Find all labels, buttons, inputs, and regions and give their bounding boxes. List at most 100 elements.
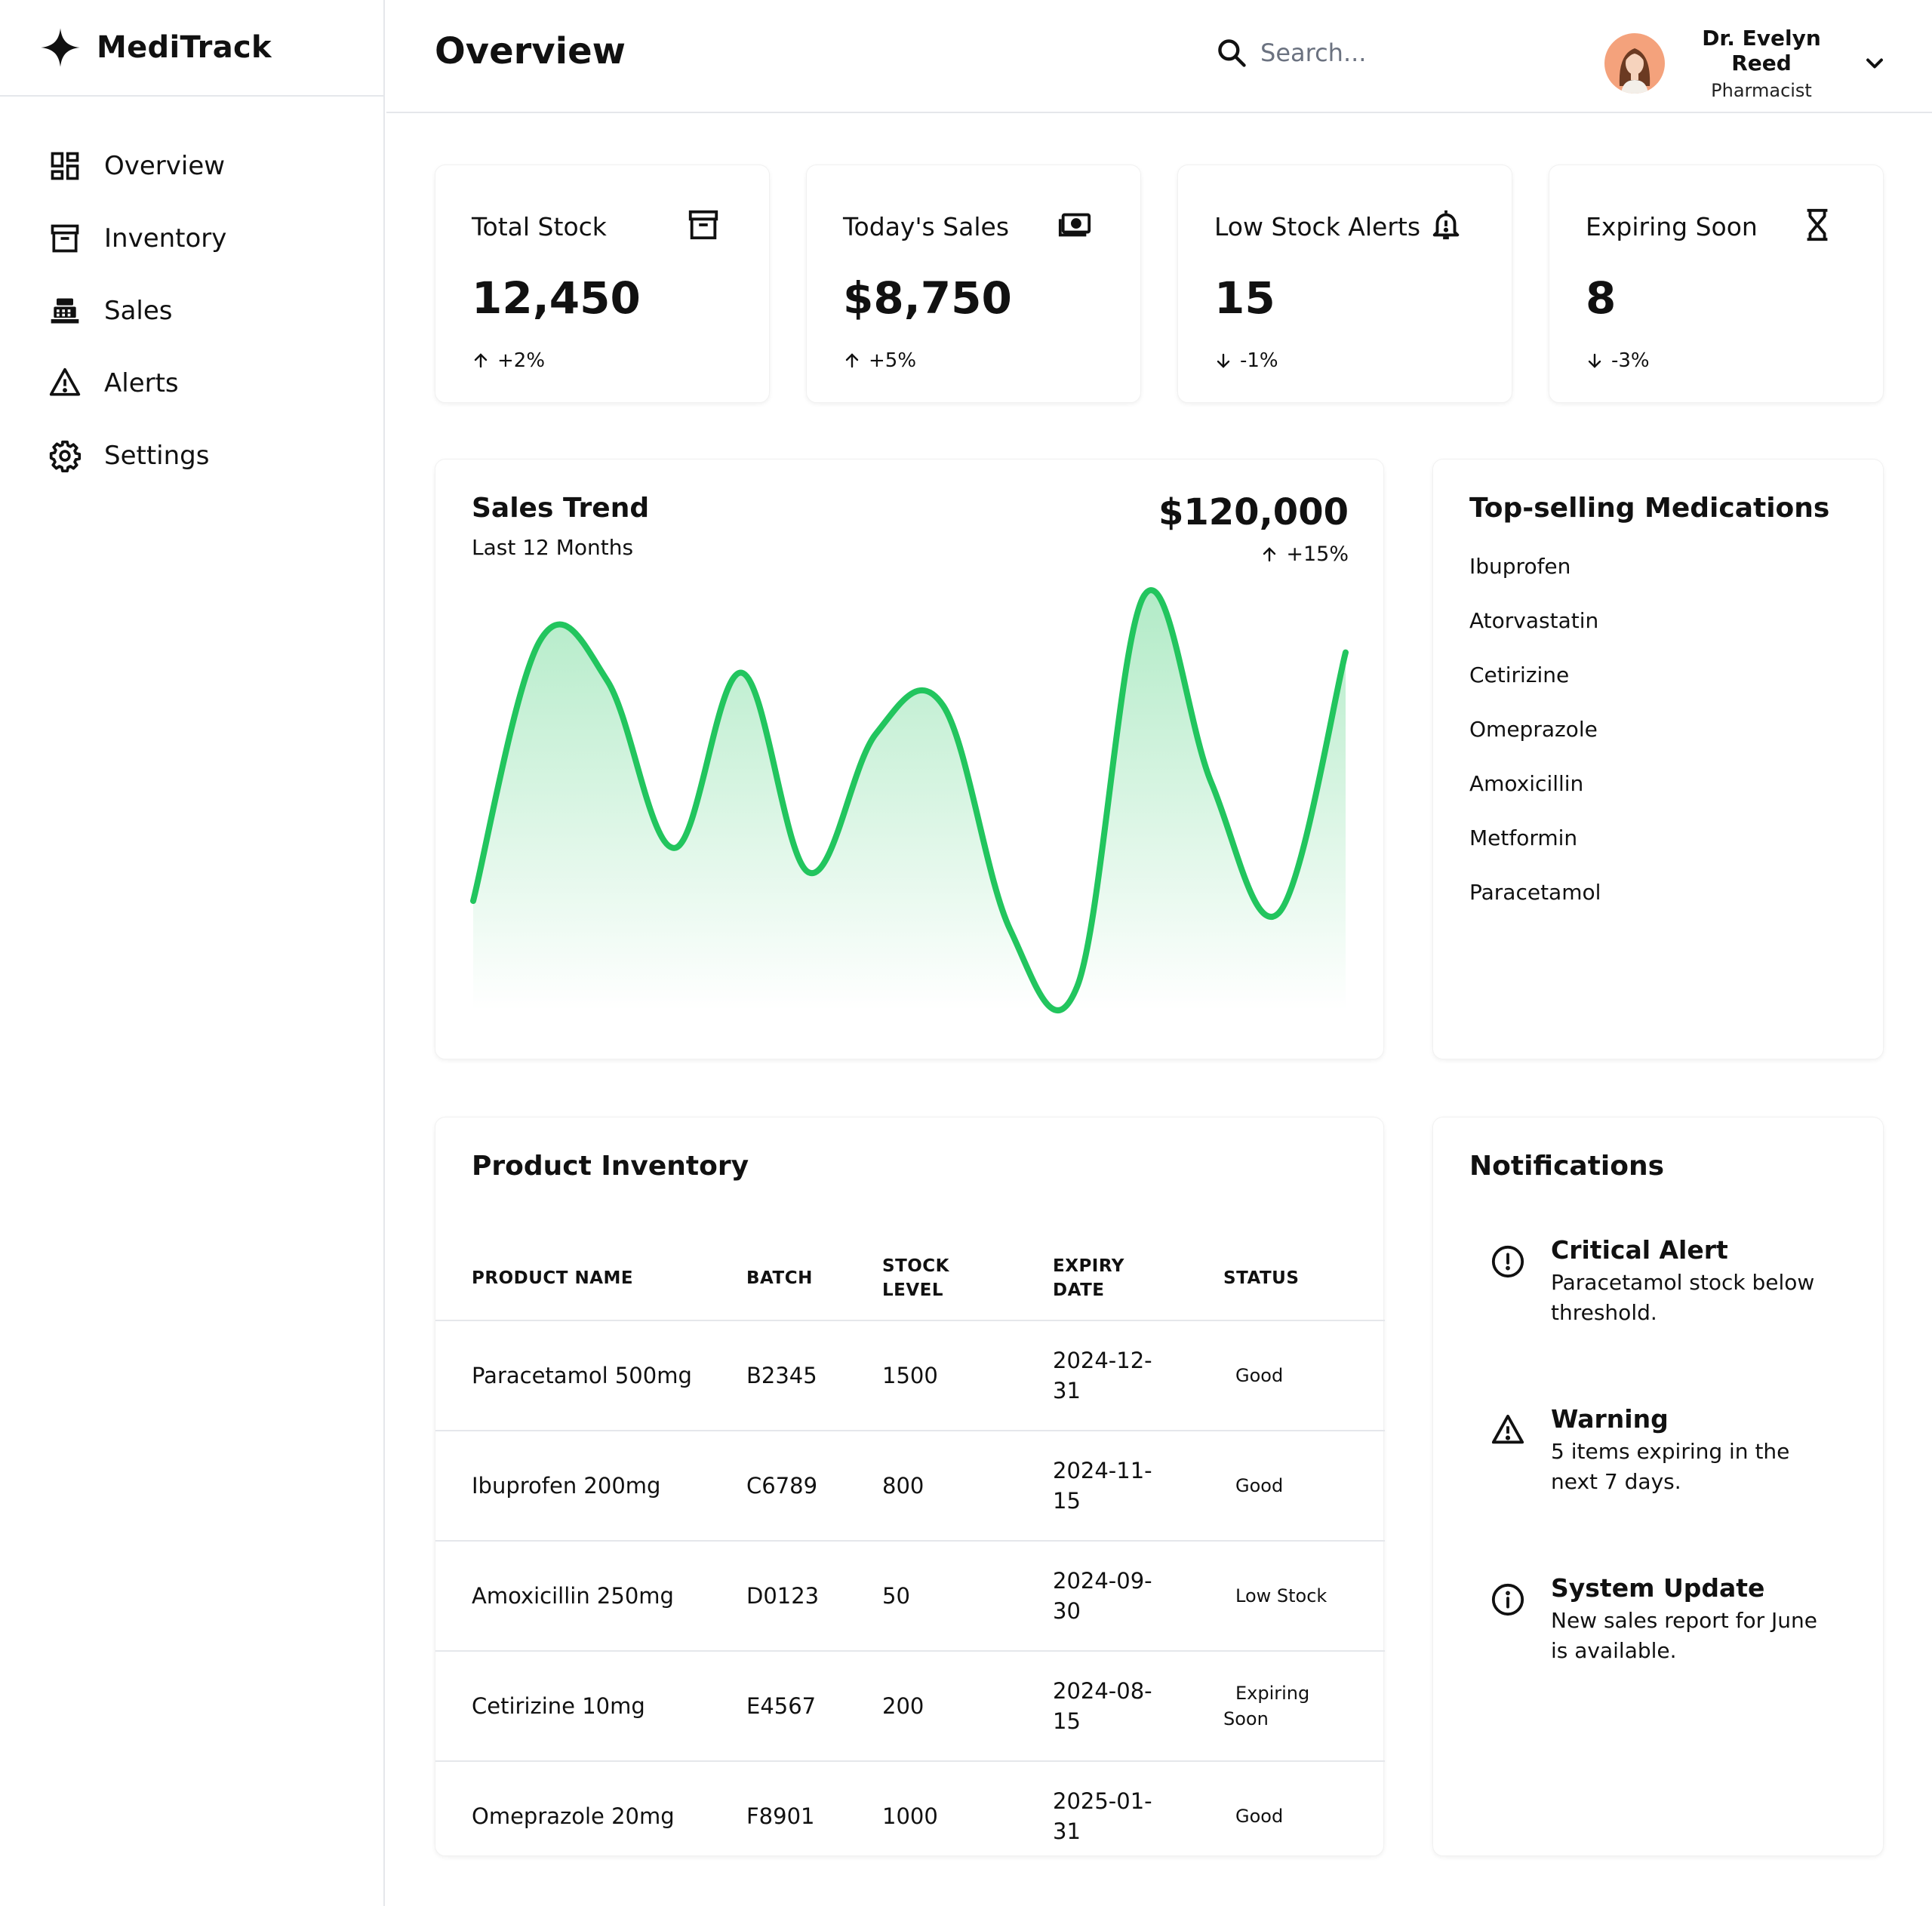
notification-text: 5 items expiring in the next 7 days. [1551, 1439, 1790, 1494]
top-header: Overview Dr. Evelyn Reed Pharmacist [386, 0, 1932, 113]
column-header[interactable]: STATUS [1223, 1268, 1385, 1288]
stock-level: 50 [882, 1583, 910, 1609]
sales-trend-chart [470, 587, 1349, 1013]
search-box[interactable] [1215, 36, 1502, 69]
stat-value: 12,450 [472, 272, 641, 324]
notification-text: Paracetamol stock below threshold. [1551, 1270, 1815, 1325]
stock-level: 800 [882, 1473, 924, 1499]
batch: D0123 [746, 1583, 820, 1609]
stat-change-value: +5% [869, 349, 917, 372]
sparkle-logo-icon [41, 28, 80, 67]
stock-level: 200 [882, 1693, 924, 1719]
user-role: Pharmacist [1711, 80, 1812, 101]
sidebar-nav: Overview Inventory Sales Alerts Settings [0, 97, 383, 492]
expiry-date: 2024-09- 30 [1053, 1568, 1152, 1624]
table-row[interactable]: Omeprazole 20mg F8901 1000 2025-01- 31 G… [435, 1760, 1385, 1871]
product-inventory-title: Product Inventory [472, 1151, 749, 1182]
list-item[interactable]: Amoxicillin [1469, 767, 1601, 822]
stat-change-value: -3% [1611, 349, 1650, 372]
column-header[interactable]: BATCH [746, 1268, 882, 1288]
stat-change: -3% [1586, 349, 1650, 372]
batch: C6789 [746, 1473, 818, 1499]
status-badge: Expiring Soon [1223, 1683, 1310, 1729]
table-row[interactable]: Paracetamol 500mg B2345 1500 2024-12- 31… [435, 1320, 1385, 1430]
notifications-card: Notifications Critical Alert Paracetamol… [1432, 1117, 1884, 1856]
status-badge: Good [1235, 1365, 1284, 1386]
chevron-down-icon[interactable] [1861, 50, 1888, 77]
top-selling-card: Top-selling Medications Ibuprofen Atorva… [1432, 459, 1884, 1059]
list-item[interactable]: Paracetamol [1469, 876, 1601, 930]
bell-alert-icon [1432, 210, 1460, 240]
sidebar-item-alerts[interactable]: Alerts [0, 347, 383, 420]
column-header[interactable]: EXPIRY DATE [1053, 1254, 1223, 1302]
sidebar-item-overview[interactable]: Overview [0, 130, 383, 202]
product-inventory-card: Product Inventory PRODUCT NAME BATCH STO… [435, 1117, 1385, 1856]
batch: B2345 [746, 1363, 817, 1388]
list-item[interactable]: Omeprazole [1469, 713, 1601, 767]
list-item[interactable]: Cetirizine [1469, 659, 1601, 713]
table-row[interactable]: Ibuprofen 200mg C6789 800 2024-11- 15 Go… [435, 1430, 1385, 1540]
stat-label: Today's Sales [843, 212, 1010, 241]
cash-register-icon [51, 298, 79, 324]
stat-card-todays-sales: Today's Sales $8,750 +5% [806, 164, 1141, 403]
product-name: Cetirizine 10mg [472, 1693, 645, 1719]
status-badge: Good [1235, 1806, 1284, 1827]
user-menu[interactable]: Dr. Evelyn Reed Pharmacist [1604, 26, 1888, 101]
table-row[interactable]: Cetirizine 10mg E4567 200 2024-08- 15 Ex… [435, 1650, 1385, 1760]
sales-trend-title: Sales Trend [472, 493, 650, 524]
status-badge: Good [1235, 1475, 1284, 1496]
notification-title: System Update [1551, 1573, 1765, 1603]
exclamation-circle-icon [1491, 1245, 1524, 1278]
gear-icon [49, 440, 82, 472]
sales-trend-change: +15% [1260, 543, 1349, 566]
stat-change: -1% [1214, 349, 1278, 372]
sidebar-item-label: Inventory [104, 223, 227, 254]
stat-change: +2% [472, 349, 545, 372]
avatar[interactable] [1604, 33, 1665, 94]
notification-title: Warning [1551, 1404, 1669, 1434]
app-name: MediTrack [97, 30, 272, 65]
user-name: Dr. Evelyn Reed [1702, 26, 1821, 75]
sidebar-item-sales[interactable]: Sales [0, 275, 383, 347]
stat-value: 8 [1586, 272, 1617, 324]
column-header[interactable]: PRODUCT NAME [435, 1268, 746, 1288]
sales-trend-total: $120,000 [1158, 491, 1349, 533]
sidebar: MediTrack Overview Inventory Sales Alert… [0, 0, 385, 1906]
brand[interactable]: MediTrack [0, 0, 383, 97]
notifications-title: Notifications [1469, 1151, 1665, 1182]
list-item[interactable]: Metformin [1469, 822, 1601, 876]
top-selling-list: Ibuprofen Atorvastatin Cetirizine Omepra… [1469, 550, 1601, 930]
stat-card-expiring-soon: Expiring Soon 8 -3% [1549, 164, 1884, 403]
sidebar-item-label: Overview [104, 151, 226, 181]
notification-item[interactable]: Warning 5 items expiring in the next 7 d… [1491, 1404, 1823, 1497]
notification-text: New sales report for June is available. [1551, 1608, 1818, 1663]
page-title: Overview [435, 30, 626, 72]
expiry-date: 2024-12- 31 [1053, 1348, 1152, 1403]
list-item[interactable]: Atorvastatin [1469, 604, 1601, 659]
search-input[interactable] [1260, 38, 1502, 67]
sidebar-item-label: Sales [104, 296, 173, 326]
column-header[interactable]: STOCK LEVEL [882, 1254, 1053, 1302]
arrow-down-icon [1217, 353, 1230, 368]
sidebar-item-inventory[interactable]: Inventory [0, 202, 383, 275]
info-icon [1491, 1583, 1524, 1616]
sales-trend-change-value: +15% [1286, 543, 1349, 566]
money-icon [1058, 213, 1091, 237]
warning-icon [1491, 1414, 1524, 1444]
notification-item[interactable]: System Update New sales report for June … [1491, 1573, 1823, 1666]
stat-card-total-stock: Total Stock 12,450 +2% [435, 164, 770, 403]
warning-icon [49, 367, 81, 396]
expiry-date: 2024-08- 15 [1053, 1678, 1152, 1734]
stat-card-low-stock-alerts: Low Stock Alerts 15 -1% [1177, 164, 1512, 403]
notification-title: Critical Alert [1551, 1235, 1728, 1265]
arrow-up-icon [474, 353, 488, 368]
table-row[interactable]: Amoxicillin 250mg D0123 50 2024-09- 30 L… [435, 1540, 1385, 1650]
hourglass-icon [1807, 208, 1828, 241]
table-header-row: PRODUCT NAME BATCH STOCK LEVEL EXPIRY DA… [435, 1237, 1385, 1320]
arrow-up-icon [845, 353, 859, 368]
archive-icon [688, 210, 718, 240]
sidebar-item-settings[interactable]: Settings [0, 420, 383, 492]
notification-item[interactable]: Critical Alert Paracetamol stock below t… [1491, 1235, 1823, 1328]
arrow-up-icon [1263, 546, 1276, 561]
list-item[interactable]: Ibuprofen [1469, 550, 1601, 604]
